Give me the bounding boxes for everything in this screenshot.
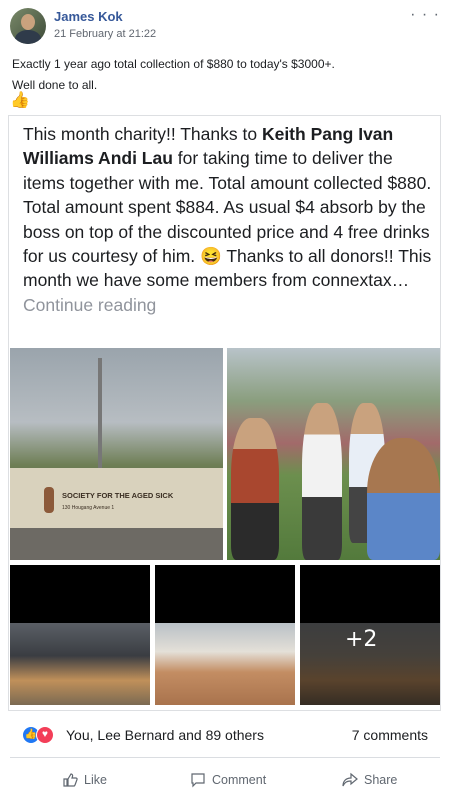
divider [10,757,440,758]
person-figure [302,403,342,560]
photo-group-selfie[interactable] [227,348,440,560]
photo-society-sign[interactable]: SOCIETY FOR THE AGED SICK 130 Hougang Av… [10,348,223,560]
caption-line-1: Exactly 1 year ago total collection of $… [12,57,335,71]
comment-count[interactable]: 7 comments [352,727,428,743]
person-figure [367,438,440,560]
comment-button[interactable]: Comment [190,772,266,788]
caption-line-2: Well done to all. [12,78,98,92]
comment-icon [191,773,205,788]
sign-title: SOCIETY FOR THE AGED SICK [62,491,174,500]
comment-label: Comment [212,773,267,787]
reaction-names[interactable]: You, Lee Bernard and 89 others [66,727,264,743]
share-button[interactable]: Share [342,772,397,788]
continue-reading-link[interactable]: Continue reading [23,295,156,315]
sign-address: 130 Hougang Avenue 1 [62,505,115,511]
thumbs-up-emoji: 👍 [10,92,30,109]
love-reaction-icon: ♥ [36,726,54,744]
avatar-body [15,30,41,44]
photo-thumbnail-more[interactable]: +2 [300,565,440,705]
photo-thumbnail[interactable] [10,565,150,705]
share-icon [342,772,358,787]
author-name[interactable]: James Kok [54,9,123,24]
society-logo-icon [44,487,54,513]
photo-donation-boxes [155,623,295,705]
person-figure [231,418,279,560]
like-icon [63,773,78,787]
like-button[interactable]: Like [62,772,107,788]
more-options-icon[interactable]: · · · [410,6,440,24]
avatar[interactable] [10,8,46,44]
shared-post-text: This month charity!! Thanks to Keith Pan… [23,122,433,317]
avatar-face [21,14,35,30]
share-label: Share [364,773,398,787]
shared-text-body: for taking time to deliver the items tog… [23,148,432,291]
photo-thumbnails: +2 [10,565,440,705]
more-photos-count: +2 [345,627,378,652]
like-label: Like [84,773,107,787]
post-timestamp[interactable]: 21 February at 21:22 [54,28,156,40]
society-sign: SOCIETY FOR THE AGED SICK 130 Hougang Av… [40,483,210,523]
photo-thumbnail[interactable] [155,565,295,705]
shared-text-prefix: This month charity!! Thanks to [23,124,262,144]
post-header: James Kok 21 February at 21:22 · · · [0,0,450,50]
road [10,528,223,560]
photo-van-boxes [10,623,150,705]
post-caption: Exactly 1 year ago total collection of $… [12,56,432,98]
